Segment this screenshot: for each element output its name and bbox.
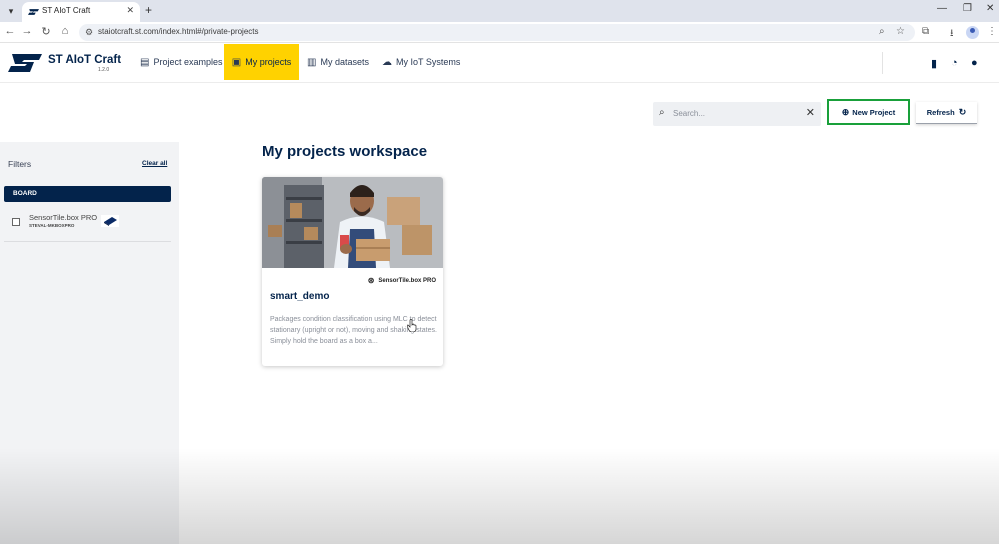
window-close-icon[interactable]: ✕ [986, 3, 994, 14]
filters-sidebar: Filters Clear all BOARD SensorTile.box P… [0, 142, 179, 544]
project-cover-image [262, 177, 443, 268]
clear-all-link[interactable]: Clear all [142, 160, 167, 167]
nav-label: My projects [245, 57, 292, 67]
tab-close-icon[interactable]: ✕ [126, 5, 134, 16]
refresh-button[interactable]: Refresh ↻ [916, 102, 977, 124]
page-title: My projects workspace [262, 143, 428, 160]
folder-user-icon: ▣ [231, 56, 242, 68]
refresh-label: Refresh [926, 108, 955, 117]
header-divider [882, 52, 883, 74]
app-version: 1.2.0 [98, 67, 110, 73]
plus-circle-icon: ⊕ [841, 106, 850, 117]
card-board-name: SensorTile.box PRO [378, 277, 436, 284]
url-text[interactable]: staiotcraft.st.com/index.html#/private-p… [98, 27, 259, 36]
dashboard-gauge-icon[interactable]: ◔ [951, 57, 958, 69]
nav-label: My datasets [320, 57, 369, 67]
hand-cursor-icon [407, 319, 417, 332]
tab-title: ST AIoT Craft [42, 6, 91, 15]
account-icon[interactable]: ● [971, 57, 978, 69]
address-bar: ← → ↻ ⌂ ⚙ staiotcraft.st.com/index.html#… [0, 22, 999, 43]
zoom-icon[interactable]: ⌕ [879, 26, 885, 37]
browser-menu-icon[interactable]: ⋮ [987, 26, 997, 37]
project-card[interactable]: ⊛ SensorTile.box PRO smart_demo Packages… [262, 177, 443, 366]
new-tab-icon[interactable]: + [145, 3, 152, 17]
board-filter-header[interactable]: BOARD [4, 186, 171, 202]
browser-tab-strip: ▾ ST AIoT Craft ✕ + — ❐ ✕ [0, 0, 999, 22]
nav-label: My IoT Systems [396, 57, 461, 67]
restore-icon[interactable]: ❐ [963, 3, 972, 14]
refresh-icon: ↻ [958, 107, 967, 117]
board-thumbnail-icon [101, 215, 119, 227]
app-header: ST AIoT Craft 1.2.0 ▤ Project examples ▣… [0, 44, 999, 83]
app-brand[interactable]: ST AIoT Craft [48, 54, 121, 66]
filters-title: Filters [8, 159, 32, 169]
new-project-label: New Project [852, 107, 896, 117]
omnibox[interactable]: ⚙ staiotcraft.st.com/index.html#/private… [79, 24, 915, 41]
browser-tab[interactable]: ST AIoT Craft ✕ [22, 2, 140, 22]
nav-my-iot-systems[interactable]: ☁ My IoT Systems [376, 44, 466, 80]
search-icon: ⌕ [659, 107, 665, 118]
documentation-icon[interactable]: ▮ [931, 57, 937, 70]
tab-list-chevron-icon[interactable]: ▾ [4, 4, 18, 18]
chip-icon: ⊛ [367, 276, 375, 285]
card-board-tag: ⊛ SensorTile.box PRO [368, 276, 436, 285]
project-name[interactable]: smart_demo [270, 291, 329, 302]
forward-icon[interactable]: → [20, 25, 34, 37]
nav-my-datasets[interactable]: ▥ My datasets [301, 44, 375, 80]
board-checkbox[interactable] [12, 218, 20, 226]
profile-avatar-icon[interactable] [966, 26, 979, 39]
minimize-icon[interactable]: — [937, 3, 947, 14]
back-icon[interactable]: ← [3, 25, 17, 37]
nav-my-projects[interactable]: ▣ My projects [224, 44, 299, 80]
download-icon[interactable]: ⭳ [950, 26, 954, 43]
home-icon[interactable]: ⌂ [58, 25, 72, 37]
reload-icon[interactable]: ↻ [39, 25, 53, 38]
nav-project-examples[interactable]: ▤ Project examples [134, 44, 228, 80]
dataset-icon: ▥ [307, 56, 317, 68]
st-logo-icon[interactable] [8, 54, 42, 72]
cloud-icon: ☁ [382, 56, 392, 68]
new-project-button[interactable]: ⊕ New Project [827, 99, 910, 125]
search-box: ⌕ ✕ [653, 102, 821, 126]
board-name: SensorTile.box PRO [29, 213, 98, 222]
board-code: STEVAL-MKBOXPRO [29, 223, 75, 228]
site-info-icon[interactable]: ⚙ [85, 27, 93, 38]
board-filter-item[interactable]: SensorTile.box PRO STEVAL-MKBOXPRO [4, 208, 171, 242]
nav-label: Project examples [153, 57, 223, 67]
search-input[interactable] [673, 106, 801, 121]
grid-icon: ▤ [140, 56, 150, 68]
extensions-icon[interactable]: ⧉ [922, 26, 929, 37]
clear-search-icon[interactable]: ✕ [806, 106, 815, 119]
bookmark-star-icon[interactable]: ☆ [896, 26, 905, 37]
st-favicon-icon [28, 9, 39, 15]
